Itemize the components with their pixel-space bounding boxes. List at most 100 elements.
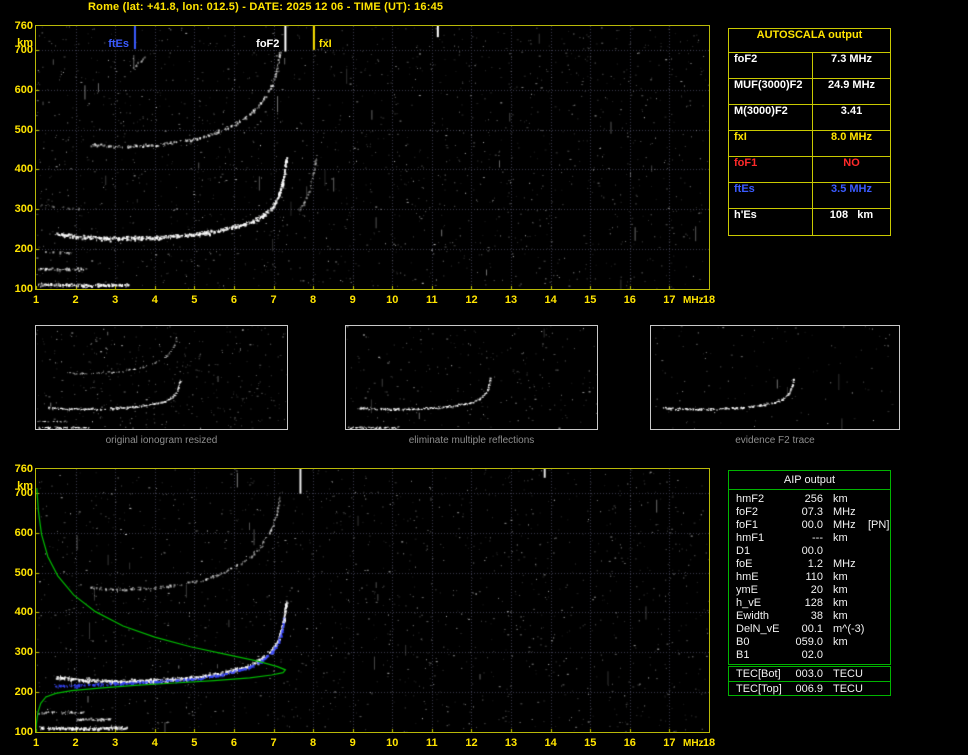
- param-label: MUF(3000)F2: [729, 79, 813, 104]
- x-axis-tick: 1: [32, 737, 40, 749]
- param-label: h_vE: [736, 597, 762, 609]
- x-axis-tick: 2: [72, 737, 79, 749]
- param-unit: km: [833, 636, 848, 648]
- param-value: 8.0 MHz: [831, 131, 872, 143]
- thumbnail-caption-original: original ionogram resized: [105, 435, 218, 446]
- x-axis-tick: 6: [230, 737, 237, 749]
- param-label: TEC[Bot]: [736, 668, 781, 680]
- aip-row: hmE 110 km: [729, 571, 890, 584]
- x-axis-tick: 16: [623, 294, 636, 306]
- aip-row: B0 059.0 km: [729, 636, 890, 649]
- aip-table: AIP output hmF2 256 km foF2 07.3 MHz foF1 00.0 M…: [728, 470, 891, 665]
- param-extra: [865, 493, 890, 506]
- autoscala-row: foF1 NO: [729, 157, 890, 183]
- aip-row: ymE 20 km: [729, 584, 890, 597]
- y-axis-tick: 400: [14, 163, 33, 176]
- param-unit: TECU: [833, 683, 863, 695]
- param-unit: km: [833, 597, 848, 609]
- param-value: 00.1: [801, 623, 823, 635]
- thumbnail-caption-f2-trace: evidence F2 trace: [735, 435, 815, 446]
- x-axis-tick: 2: [72, 294, 79, 306]
- param-unit: MHz: [833, 519, 856, 531]
- x-axis-tick: 13: [504, 294, 518, 306]
- param-extra: [865, 545, 890, 558]
- param-value: 7.3 MHz: [831, 53, 872, 65]
- param-unit: MHz: [833, 558, 856, 570]
- x-axis-tick: 4: [151, 294, 158, 306]
- aip-row: DelN_vE 00.1 m^(-3): [729, 623, 890, 636]
- aip-row: D1 00.0: [729, 545, 890, 558]
- param-unit: m^(-3): [833, 623, 865, 635]
- param-unit: [823, 649, 865, 662]
- y-axis-tick: 600: [14, 526, 33, 539]
- param-value: 128: [804, 597, 823, 609]
- aip-row: hmF1 --- km: [729, 532, 890, 545]
- param-value: 20: [810, 584, 823, 596]
- param-label: TEC[Top]: [736, 683, 782, 695]
- thumbnail-caption-no-reflections: eliminate multiple reflections: [408, 435, 535, 446]
- param-extra: [865, 597, 890, 610]
- y-axis-tick: 600: [14, 83, 33, 96]
- thumbnail-canvas-no-reflections: [346, 326, 597, 429]
- ionogram-plot-bottom: [35, 468, 710, 733]
- x-axis-tick: 17: [663, 737, 676, 749]
- param-unit: TECU: [833, 668, 863, 680]
- x-axis-tick: 8: [310, 737, 317, 749]
- aip-row: foE 1.2 MHz: [729, 558, 890, 571]
- x-axis-tick: 5: [191, 737, 198, 749]
- x-axis-tick: 15: [584, 737, 597, 749]
- x-axis-tick: 12: [465, 294, 478, 306]
- param-value: 108 km: [829, 209, 874, 221]
- thumbnail-original-ionogram: [35, 325, 288, 430]
- param-unit: km: [833, 571, 848, 583]
- autoscala-row: M(3000)F2 3.41: [729, 105, 890, 131]
- x-axis-tick: 14: [544, 737, 557, 749]
- x-axis-unit: MHz: [683, 738, 704, 749]
- param-unit: km: [833, 584, 848, 596]
- param-label: Ewidth: [736, 610, 770, 622]
- y-axis-tick: 760: [14, 20, 33, 32]
- x-axis-tick: 10: [386, 737, 399, 749]
- x-axis-tick: 1: [32, 294, 40, 306]
- param-value: 38: [810, 610, 823, 622]
- x-axis-unit: MHz: [683, 295, 704, 306]
- param-value: 003.0: [795, 668, 823, 680]
- x-axis-tick: 4: [151, 737, 158, 749]
- param-label: M(3000)F2: [729, 105, 813, 130]
- param-value: 256: [804, 493, 823, 505]
- tec-row: TEC[Top] 006.9 TECU: [729, 681, 890, 695]
- y-axis-unit: km: [17, 37, 33, 49]
- x-axis-tick: 5: [191, 294, 198, 306]
- param-label: h'Es: [729, 209, 813, 235]
- y-axis-tick: 500: [14, 566, 33, 579]
- param-value: 00.0: [801, 545, 823, 557]
- param-label: foE: [736, 558, 753, 570]
- autoscala-table: AUTOSCALA output foF2 7.3 MHz MUF(3000)F2 2…: [728, 28, 891, 236]
- y-axis-tick: 300: [14, 646, 33, 659]
- x-axis-tick: 17: [663, 294, 676, 306]
- param-value: 24.9 MHz: [827, 79, 876, 91]
- param-label: foF2: [729, 53, 813, 78]
- param-label: foF1: [729, 157, 813, 182]
- param-value: 02.0: [801, 649, 823, 661]
- thumbnail-canvas-original: [36, 326, 287, 429]
- x-axis-tick: 3: [112, 737, 119, 749]
- autoscala-row: h'Es 108 km: [729, 209, 890, 235]
- param-value: 1.2: [807, 558, 823, 570]
- param-label: hmE: [736, 571, 759, 583]
- marker-label-foF2: foF2: [256, 38, 280, 50]
- param-extra: [865, 571, 890, 584]
- param-value: 059.0: [795, 636, 823, 648]
- x-axis-tick: 3: [112, 294, 119, 306]
- y-axis-tick: 200: [14, 686, 33, 699]
- param-extra: [865, 623, 890, 636]
- autoscala-row: MUF(3000)F2 24.9 MHz: [729, 79, 890, 105]
- x-axis-tick: 11: [426, 737, 438, 749]
- x-axis-tick: 15: [584, 294, 597, 306]
- autoscala-row: foF2 7.3 MHz: [729, 53, 890, 79]
- x-axis-tick: 8: [310, 294, 317, 306]
- param-label: foF2: [736, 506, 759, 518]
- x-axis-tick: 7: [270, 737, 277, 749]
- param-label: B0: [736, 636, 750, 648]
- param-unit: km: [833, 610, 848, 622]
